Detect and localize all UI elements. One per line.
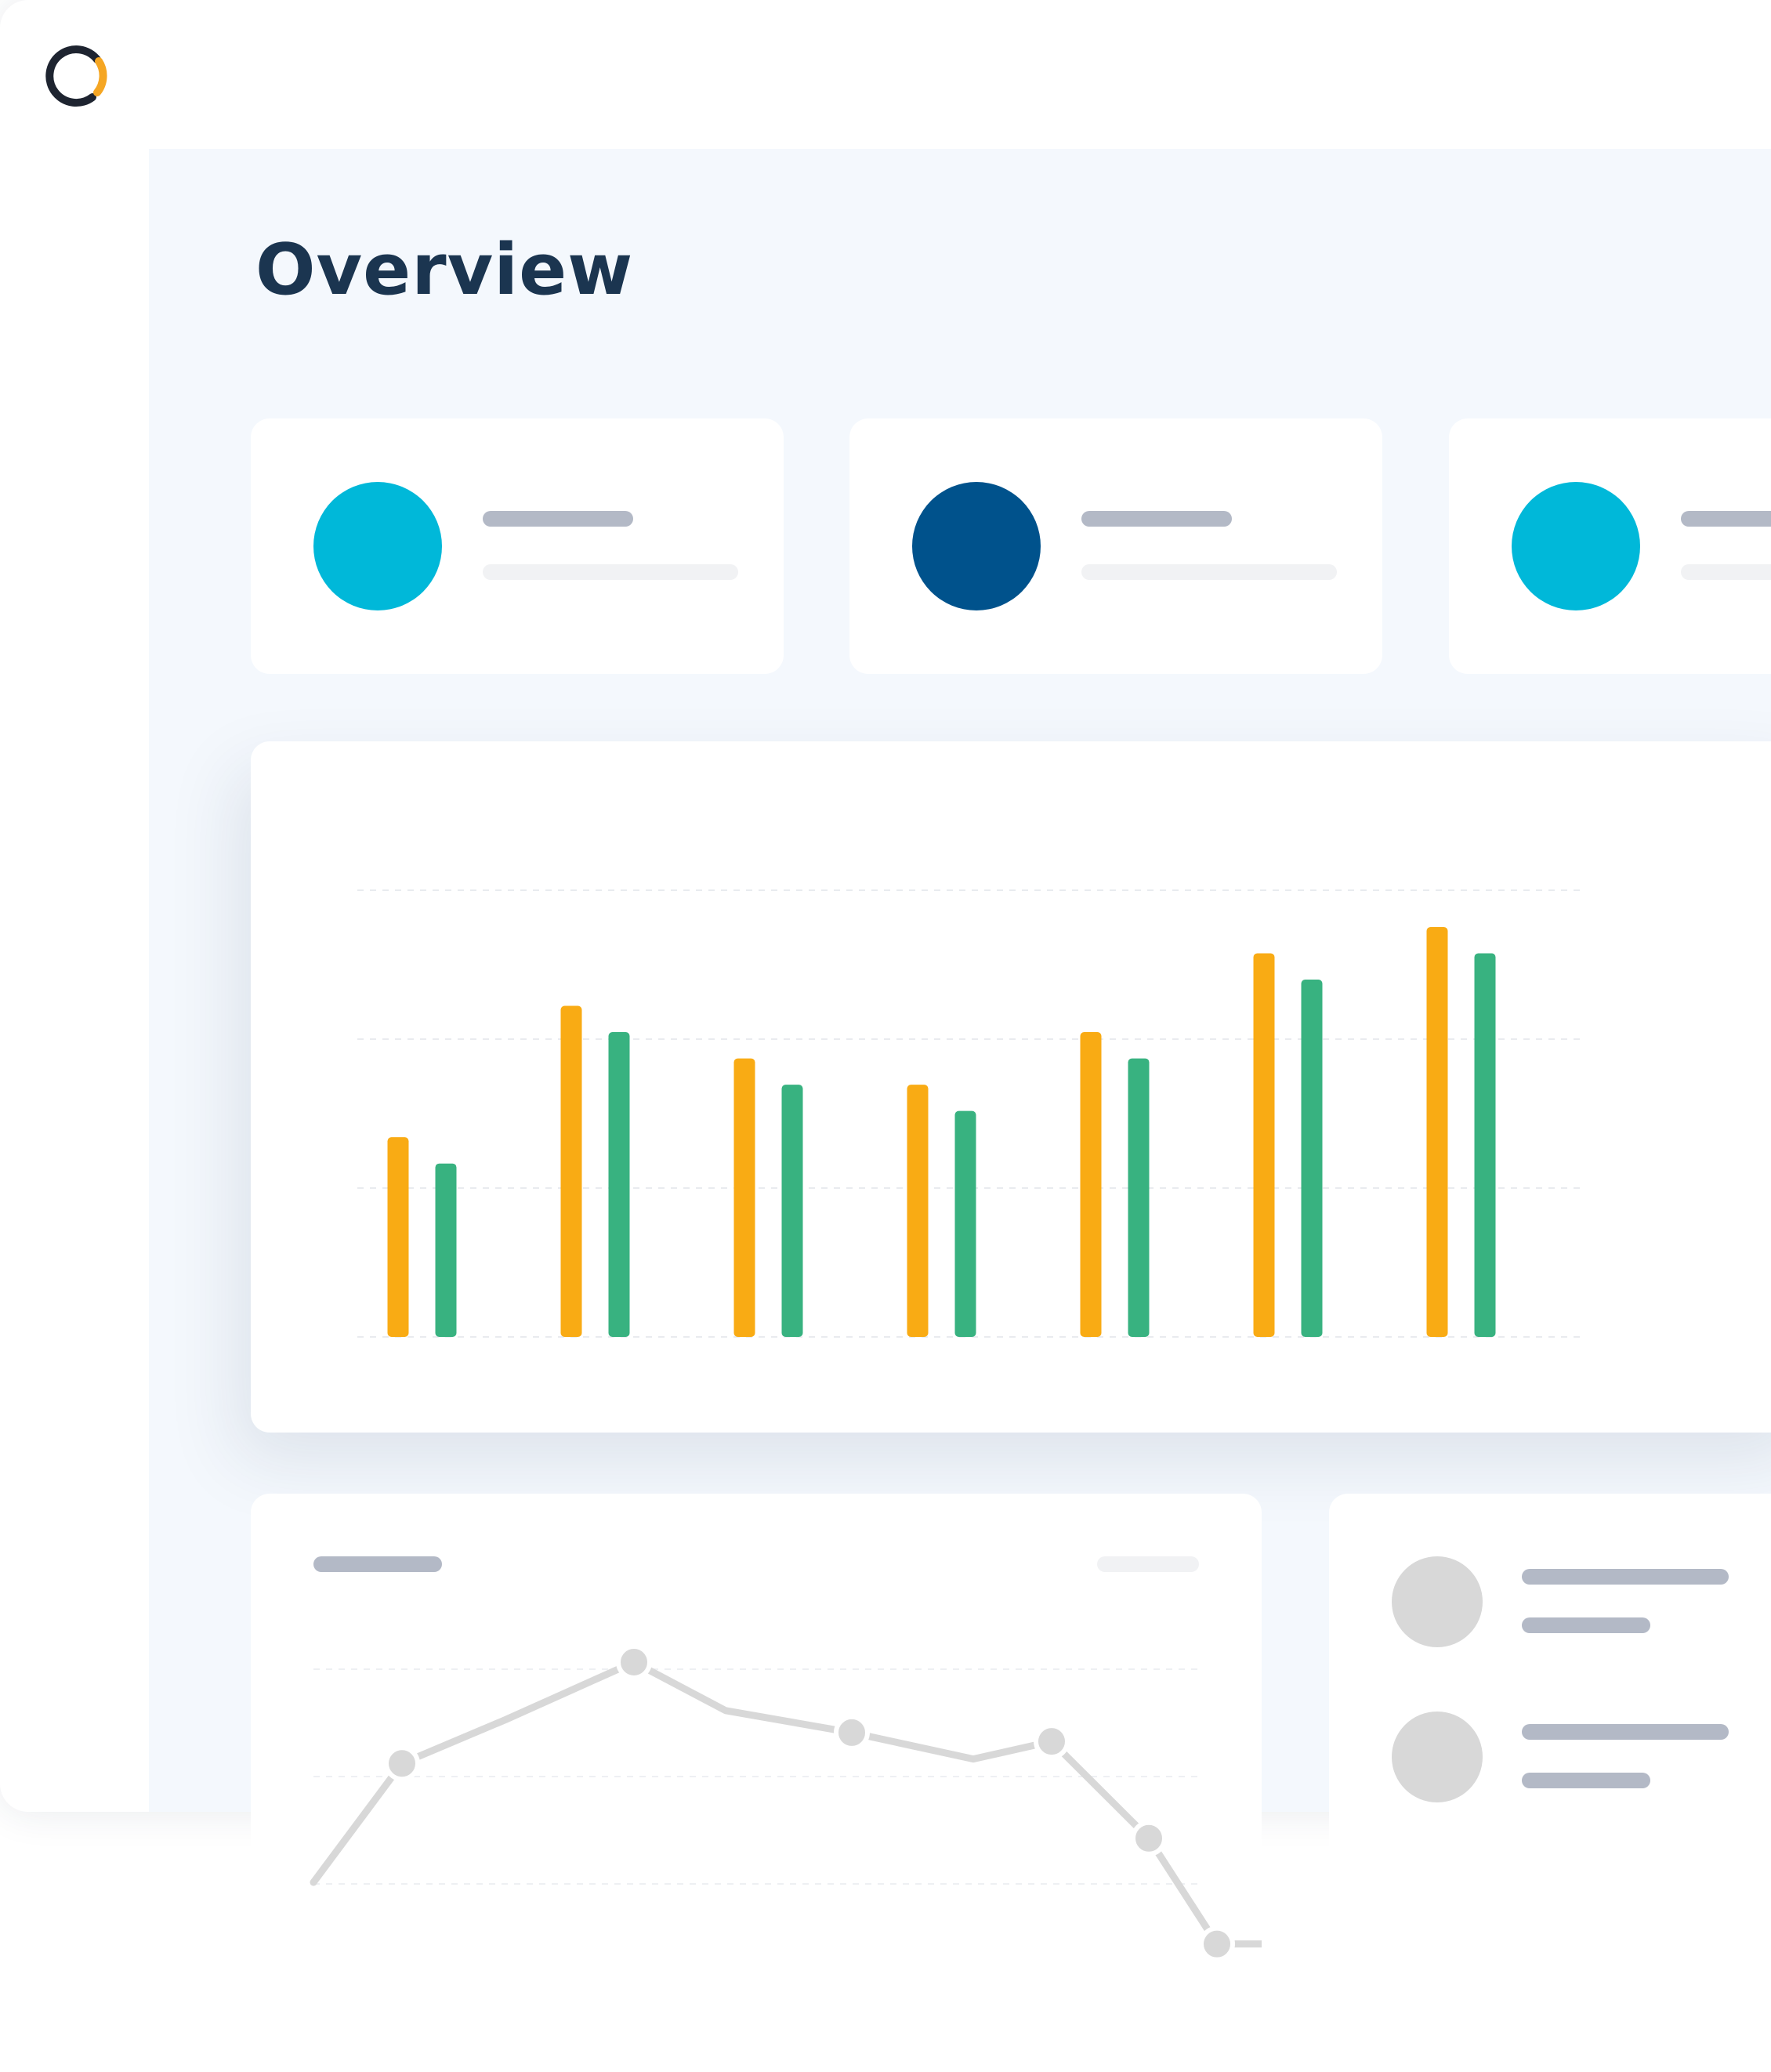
bar-series-1-5[interactable] <box>1080 1032 1102 1337</box>
line-point[interactable] <box>384 1745 420 1782</box>
bar-chart <box>357 889 1583 1338</box>
bar-series-2-6[interactable] <box>1301 980 1323 1337</box>
bar-series-2-1[interactable] <box>435 1163 457 1337</box>
bar-series-1-1[interactable] <box>387 1137 409 1337</box>
stat-label-placeholder <box>1081 511 1232 527</box>
bar-chart-card <box>251 741 1771 1433</box>
list-item-subtitle-placeholder <box>1522 1773 1650 1788</box>
stat-label-placeholder <box>1681 511 1771 527</box>
line-point[interactable] <box>1034 1723 1070 1760</box>
line-point[interactable] <box>1199 1925 1235 1962</box>
bar-series-2-3[interactable] <box>781 1085 803 1337</box>
line-point[interactable] <box>616 1644 652 1680</box>
stat-value-placeholder <box>1681 564 1771 580</box>
line-chart <box>310 1644 1262 1962</box>
bar-series-1-4[interactable] <box>907 1085 929 1337</box>
stat-card[interactable] <box>251 418 784 674</box>
sidebar <box>0 0 149 1812</box>
bar-series-1-7[interactable] <box>1426 926 1448 1337</box>
stat-card[interactable] <box>1449 418 1771 674</box>
stat-icon <box>1512 482 1640 610</box>
list-item-title-placeholder <box>1522 1569 1729 1585</box>
avatar <box>1392 1556 1483 1647</box>
line-chart-card <box>251 1494 1262 2072</box>
page-title: Overview <box>255 229 634 311</box>
list-card <box>1329 1494 1771 2072</box>
bar-series-2-4[interactable] <box>954 1110 976 1337</box>
list-item-subtitle-placeholder <box>1522 1617 1650 1633</box>
line-series <box>310 1658 1262 1948</box>
line-point[interactable] <box>1131 1820 1167 1856</box>
stat-value-placeholder <box>1081 564 1337 580</box>
stat-value-placeholder <box>483 564 738 580</box>
bar-series-2-2[interactable] <box>608 1032 630 1337</box>
line-point[interactable] <box>834 1714 870 1751</box>
list-item-title-placeholder <box>1522 1724 1729 1740</box>
bar-series-1-2[interactable] <box>560 1005 582 1337</box>
logo-ring-icon[interactable] <box>38 38 113 113</box>
stat-label-placeholder <box>483 511 633 527</box>
bar-series-2-5[interactable] <box>1128 1058 1150 1337</box>
stat-icon <box>912 482 1041 610</box>
stat-icon <box>313 482 442 610</box>
stage: Overview <box>0 0 1771 2072</box>
stat-card[interactable] <box>849 418 1382 674</box>
bar-series-2-7[interactable] <box>1474 953 1496 1337</box>
bar-series-1-6[interactable] <box>1253 953 1275 1337</box>
avatar <box>1392 1712 1483 1802</box>
top-bar <box>149 0 1771 149</box>
bar-series-1-3[interactable] <box>733 1058 755 1337</box>
